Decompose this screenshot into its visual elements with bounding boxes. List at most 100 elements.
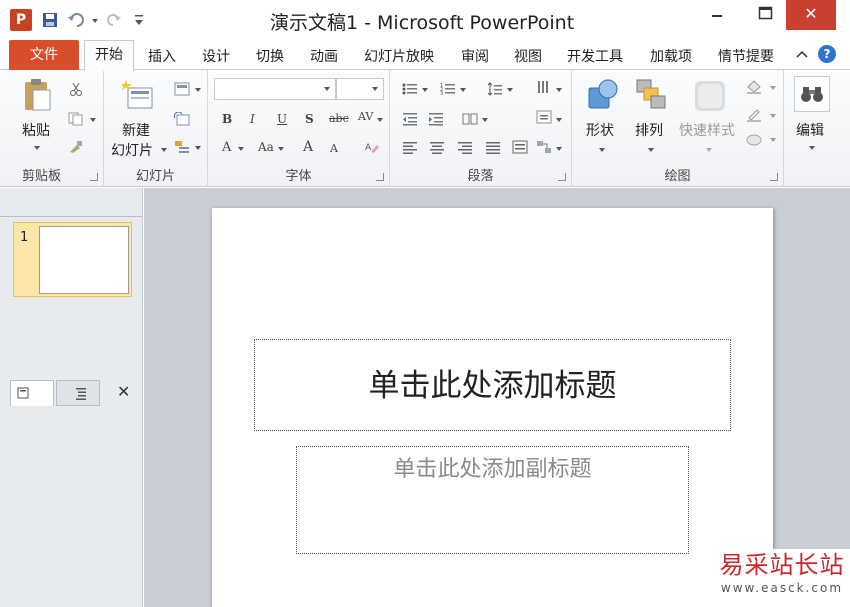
redo-icon[interactable]	[106, 12, 122, 28]
paragraph-dialog-launcher-icon[interactable]	[558, 173, 566, 181]
outline-tab-icon[interactable]	[56, 380, 100, 406]
format-painter-icon[interactable]	[68, 140, 84, 154]
collapse-ribbon-icon[interactable]	[796, 49, 808, 61]
slide-thumbnail[interactable]	[13, 222, 132, 297]
smartart-convert-icon[interactable]	[536, 140, 552, 154]
smartart-dropdown-icon[interactable]	[556, 147, 562, 151]
arrange-dropdown-icon[interactable]	[648, 148, 654, 152]
save-icon[interactable]	[42, 12, 58, 28]
shape-outline-dropdown-icon[interactable]	[770, 114, 776, 118]
decrease-indent-icon[interactable]	[402, 112, 418, 126]
shape-outline-icon[interactable]	[746, 108, 762, 122]
font-color-button[interactable]: A	[222, 140, 231, 155]
tab-addins[interactable]: 加载项	[650, 46, 692, 66]
new-slide-dropdown-icon[interactable]	[161, 148, 167, 152]
customize-toolbar-icon[interactable]	[134, 12, 144, 28]
character-spacing-button[interactable]: AV	[358, 110, 373, 123]
shapes-button[interactable]: 形状	[586, 120, 614, 140]
quick-styles-dropdown-icon[interactable]	[706, 148, 712, 152]
tab-view[interactable]: 视图	[514, 46, 542, 66]
align-text-dropdown-icon[interactable]	[556, 118, 562, 122]
change-case-dropdown-icon[interactable]	[278, 147, 284, 151]
change-case-button[interactable]: Aa	[258, 140, 274, 154]
title-placeholder[interactable]: 单击此处添加标题	[254, 339, 731, 431]
subtitle-placeholder[interactable]: 单击此处添加副标题	[296, 446, 689, 554]
character-spacing-dropdown-icon[interactable]	[377, 118, 383, 122]
increase-indent-icon[interactable]	[428, 112, 444, 126]
shape-effects-dropdown-icon[interactable]	[770, 138, 776, 142]
text-direction-dropdown-icon[interactable]	[556, 88, 562, 92]
font-dialog-launcher-icon[interactable]	[376, 173, 384, 181]
columns-icon[interactable]	[462, 112, 478, 126]
new-slide-button[interactable]: 新建	[122, 120, 150, 140]
layout-dropdown-icon[interactable]	[195, 88, 201, 92]
close-pane-icon[interactable]: ✕	[117, 382, 130, 401]
section-icon[interactable]	[174, 140, 190, 154]
arrange-icon[interactable]	[635, 78, 669, 112]
tab-transitions[interactable]: 切换	[256, 46, 284, 66]
find-binoculars-icon[interactable]	[794, 76, 830, 112]
new-slide-icon[interactable]	[120, 80, 154, 110]
tab-developer[interactable]: 开发工具	[567, 46, 623, 66]
line-spacing-dropdown-icon[interactable]	[507, 88, 513, 92]
paste-dropdown-icon[interactable]	[34, 146, 40, 150]
tab-storyboard[interactable]: 情节提要	[718, 46, 774, 66]
shape-effects-icon[interactable]	[746, 132, 762, 146]
slide-canvas[interactable]: 单击此处添加标题 单击此处添加副标题	[212, 208, 773, 607]
shape-fill-icon[interactable]	[746, 80, 762, 94]
bullets-dropdown-icon[interactable]	[422, 88, 428, 92]
tab-animations[interactable]: 动画	[310, 46, 338, 66]
tab-slideshow[interactable]: 幻灯片放映	[364, 46, 434, 66]
underline-button[interactable]: U	[277, 112, 287, 126]
columns-dropdown-icon[interactable]	[482, 118, 488, 122]
section-dropdown-icon[interactable]	[195, 146, 201, 150]
copy-dropdown-icon[interactable]	[90, 118, 96, 122]
font-size-combo[interactable]	[336, 78, 384, 100]
minimize-button[interactable]	[694, 0, 740, 30]
maximize-button[interactable]	[742, 0, 788, 30]
paste-icon[interactable]	[22, 78, 52, 112]
shapes-dropdown-icon[interactable]	[599, 148, 605, 152]
undo-dropdown-icon[interactable]	[92, 19, 98, 23]
numbering-icon[interactable]: 123	[440, 82, 456, 97]
slide-thumbnail-preview[interactable]	[39, 226, 129, 294]
layout-icon[interactable]	[174, 82, 190, 96]
clipboard-dialog-launcher-icon[interactable]	[90, 173, 98, 181]
reset-slide-icon[interactable]	[174, 111, 190, 126]
tab-home[interactable]: 开始	[84, 40, 134, 71]
tab-design[interactable]: 设计	[202, 46, 230, 66]
new-slide-label-line2[interactable]: 幻灯片	[111, 140, 153, 160]
italic-button[interactable]: I	[250, 112, 255, 126]
shape-fill-dropdown-icon[interactable]	[770, 86, 776, 90]
file-tab[interactable]: 文件	[9, 40, 79, 70]
font-family-dropdown-icon[interactable]	[324, 87, 330, 91]
shrink-font-button[interactable]: A	[330, 142, 338, 155]
copy-icon[interactable]	[68, 112, 84, 126]
cut-icon[interactable]	[68, 82, 84, 96]
drawing-dialog-launcher-icon[interactable]	[770, 173, 778, 181]
font-family-combo[interactable]	[214, 78, 336, 100]
bullets-icon[interactable]	[402, 82, 418, 96]
arrange-button[interactable]: 排列	[635, 120, 663, 140]
strikethrough-button[interactable]: abc	[329, 112, 349, 125]
tab-review[interactable]: 审阅	[461, 46, 489, 66]
line-spacing-icon[interactable]	[487, 82, 503, 96]
align-right-icon[interactable]	[457, 140, 473, 154]
paste-button[interactable]: 粘贴	[22, 120, 50, 140]
shapes-icon[interactable]	[586, 78, 620, 112]
powerpoint-app-icon[interactable]: P	[10, 9, 32, 31]
shadow-button[interactable]: S	[305, 112, 314, 126]
align-text-icon[interactable]	[536, 110, 552, 124]
align-center-icon[interactable]	[429, 140, 445, 154]
font-size-dropdown-icon[interactable]	[372, 87, 378, 91]
editing-button[interactable]: 编辑	[796, 120, 824, 140]
font-color-dropdown-icon[interactable]	[238, 147, 244, 151]
editing-dropdown-icon[interactable]	[809, 146, 815, 150]
justify-icon[interactable]	[485, 140, 501, 154]
quick-styles-button[interactable]: 快速样式	[679, 120, 735, 140]
grow-font-button[interactable]: A	[303, 139, 313, 155]
help-icon[interactable]: ?	[818, 45, 836, 63]
numbering-dropdown-icon[interactable]	[460, 88, 466, 92]
text-direction-icon[interactable]	[536, 80, 552, 94]
close-button[interactable]: ✕	[786, 0, 836, 30]
